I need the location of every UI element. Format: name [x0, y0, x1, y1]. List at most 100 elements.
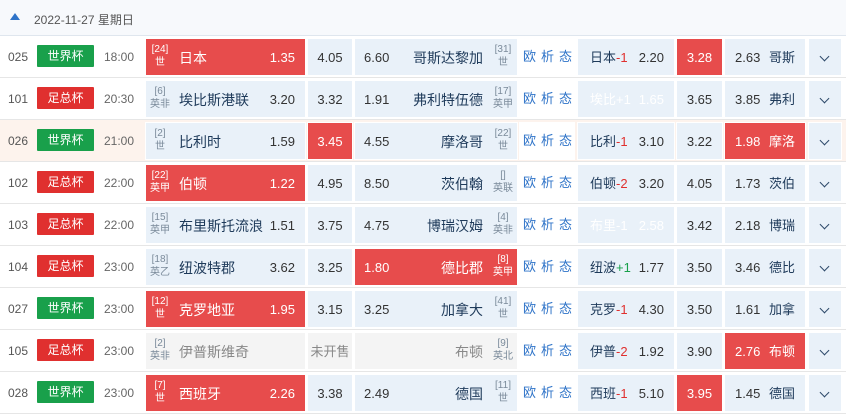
expand-button[interactable] — [808, 206, 842, 244]
away-odds-cell[interactable]: 8.50 茨伯翰 [] 英联 — [354, 164, 518, 202]
home-odds-cell[interactable]: [7] 世 西班牙 2.26 — [145, 374, 306, 412]
handicap-away-cell[interactable]: 2.63 哥斯 — [724, 38, 806, 76]
handicap-home-cell[interactable]: 伊普-2 1.92 — [577, 332, 675, 370]
away-odds-cell[interactable]: 3.25 加拿大 [41] 世 — [354, 290, 518, 328]
handicap-team: 布里 — [590, 218, 617, 233]
trend-link[interactable]: 态 — [559, 332, 572, 370]
analysis-link[interactable]: 析 — [541, 38, 554, 76]
home-odds-cell[interactable]: [22] 英甲 伯顿 1.22 — [145, 164, 306, 202]
draw-odds-cell[interactable]: 3.45 — [307, 122, 353, 160]
home-odds-cell[interactable]: [24] 世 日本 1.35 — [145, 38, 306, 76]
expand-button[interactable] — [808, 374, 842, 412]
trend-link[interactable]: 态 — [559, 290, 572, 328]
handicap-draw-cell[interactable]: 3.42 — [676, 206, 723, 244]
away-odds-cell[interactable]: 4.75 博瑞汉姆 [4] 英非 — [354, 206, 518, 244]
handicap-draw-cell[interactable]: 3.22 — [676, 122, 723, 160]
handicap-draw-cell[interactable]: 3.28 — [676, 38, 723, 76]
expand-button[interactable] — [808, 80, 842, 118]
expand-button[interactable] — [808, 122, 842, 160]
handicap-home-cell[interactable]: 克罗-1 4.30 — [577, 290, 675, 328]
away-odds-cell[interactable]: 2.49 德国 [11] 世 — [354, 374, 518, 412]
draw-odds-cell[interactable]: 3.75 — [307, 206, 353, 244]
handicap-home-cell[interactable]: 埃比+1 1.65 — [577, 80, 675, 118]
league-badge[interactable]: 足总杯 — [37, 339, 94, 361]
handicap-home-cell[interactable]: 布里-1 2.58 — [577, 206, 675, 244]
handicap-draw-cell[interactable]: 3.90 — [676, 332, 723, 370]
home-odds-cell[interactable]: [15] 英甲 布里斯托流浪 1.51 — [145, 206, 306, 244]
home-odds-cell[interactable]: [2] 世 比利时 1.59 — [145, 122, 306, 160]
expand-button[interactable] — [808, 248, 842, 286]
handicap-home-cell[interactable]: 日本-1 2.20 — [577, 38, 675, 76]
trend-link[interactable]: 态 — [559, 38, 572, 76]
home-odds-cell[interactable]: [12] 世 克罗地亚 1.95 — [145, 290, 306, 328]
analysis-link[interactable]: 析 — [541, 332, 554, 370]
analysis-link[interactable]: 析 — [541, 80, 554, 118]
expand-button[interactable] — [808, 332, 842, 370]
date-header[interactable]: 2022-11-27 星期日 — [0, 0, 846, 36]
away-odds-cell[interactable]: 4.55 摩洛哥 [22] 世 — [354, 122, 518, 160]
away-odds-cell[interactable]: 1.80 德比郡 [8] 英甲 — [354, 248, 518, 286]
trend-link[interactable]: 态 — [559, 80, 572, 118]
odds-link[interactable]: 欧 — [523, 164, 536, 202]
expand-button[interactable] — [808, 38, 842, 76]
expand-button[interactable] — [808, 290, 842, 328]
handicap-away-cell[interactable]: 1.61 加拿 — [724, 290, 806, 328]
league-badge[interactable]: 足总杯 — [37, 87, 94, 109]
handicap-home-cell[interactable]: 西班-1 5.10 — [577, 374, 675, 412]
analysis-link[interactable]: 析 — [541, 290, 554, 328]
odds-link[interactable]: 欧 — [523, 290, 536, 328]
draw-odds-cell[interactable]: 4.95 — [307, 164, 353, 202]
handicap-home-cell[interactable]: 纽波+1 1.77 — [577, 248, 675, 286]
analysis-link[interactable]: 析 — [541, 122, 554, 160]
draw-odds-cell[interactable]: 3.38 — [307, 374, 353, 412]
odds-link[interactable]: 欧 — [523, 332, 536, 370]
league-badge[interactable]: 足总杯 — [37, 171, 94, 193]
expand-button[interactable] — [808, 164, 842, 202]
handicap-draw-cell[interactable]: 3.50 — [676, 290, 723, 328]
home-odds-cell[interactable]: [18] 英乙 纽波特郡 3.62 — [145, 248, 306, 286]
odds-link[interactable]: 欧 — [523, 206, 536, 244]
trend-link[interactable]: 态 — [559, 206, 572, 244]
draw-odds-cell[interactable]: 3.25 — [307, 248, 353, 286]
odds-link[interactable]: 欧 — [523, 38, 536, 76]
odds-link[interactable]: 欧 — [523, 248, 536, 286]
draw-odds-cell[interactable]: 3.15 — [307, 290, 353, 328]
handicap-away-cell[interactable]: 1.98 摩洛 — [724, 122, 806, 160]
away-odds-cell[interactable]: 1.91 弗利特伍德 [17] 英甲 — [354, 80, 518, 118]
handicap-draw-cell[interactable]: 3.95 — [676, 374, 723, 412]
handicap-home-cell[interactable]: 伯顿-2 3.20 — [577, 164, 675, 202]
league-badge[interactable]: 世界杯 — [37, 381, 94, 403]
handicap-home-cell[interactable]: 比利-1 3.10 — [577, 122, 675, 160]
trend-link[interactable]: 态 — [559, 374, 572, 412]
league-badge[interactable]: 足总杯 — [37, 255, 94, 277]
handicap-away-cell[interactable]: 3.85 弗利 — [724, 80, 806, 118]
handicap-away-cell[interactable]: 3.46 德比 — [724, 248, 806, 286]
analysis-link[interactable]: 析 — [541, 248, 554, 286]
away-rank-number: [22] — [494, 128, 512, 139]
handicap-away-cell[interactable]: 1.73 茨伯 — [724, 164, 806, 202]
away-odds-cell[interactable]: 6.60 哥斯达黎加 [31] 世 — [354, 38, 518, 76]
handicap-draw-cell[interactable]: 4.05 — [676, 164, 723, 202]
handicap-away-cell[interactable]: 2.76 布顿 — [724, 332, 806, 370]
league-badge[interactable]: 世界杯 — [37, 45, 94, 67]
league-badge[interactable]: 足总杯 — [37, 213, 94, 235]
analysis-link[interactable]: 析 — [541, 374, 554, 412]
league-badge[interactable]: 世界杯 — [37, 297, 94, 319]
collapse-triangle-icon[interactable] — [10, 13, 20, 20]
odds-link[interactable]: 欧 — [523, 374, 536, 412]
handicap-draw-cell[interactable]: 3.50 — [676, 248, 723, 286]
home-odds-cell[interactable]: [6] 英非 埃比斯港联 3.20 — [145, 80, 306, 118]
handicap-draw-cell[interactable]: 3.65 — [676, 80, 723, 118]
odds-link[interactable]: 欧 — [523, 80, 536, 118]
trend-link[interactable]: 态 — [559, 248, 572, 286]
analysis-link[interactable]: 析 — [541, 164, 554, 202]
trend-link[interactable]: 态 — [559, 164, 572, 202]
trend-link[interactable]: 态 — [559, 122, 572, 160]
draw-odds-cell[interactable]: 4.05 — [307, 38, 353, 76]
handicap-away-cell[interactable]: 2.18 博瑞 — [724, 206, 806, 244]
analysis-link[interactable]: 析 — [541, 206, 554, 244]
handicap-away-cell[interactable]: 1.45 德国 — [724, 374, 806, 412]
league-badge[interactable]: 世界杯 — [37, 129, 94, 151]
odds-link[interactable]: 欧 — [523, 122, 536, 160]
draw-odds-cell[interactable]: 3.32 — [307, 80, 353, 118]
